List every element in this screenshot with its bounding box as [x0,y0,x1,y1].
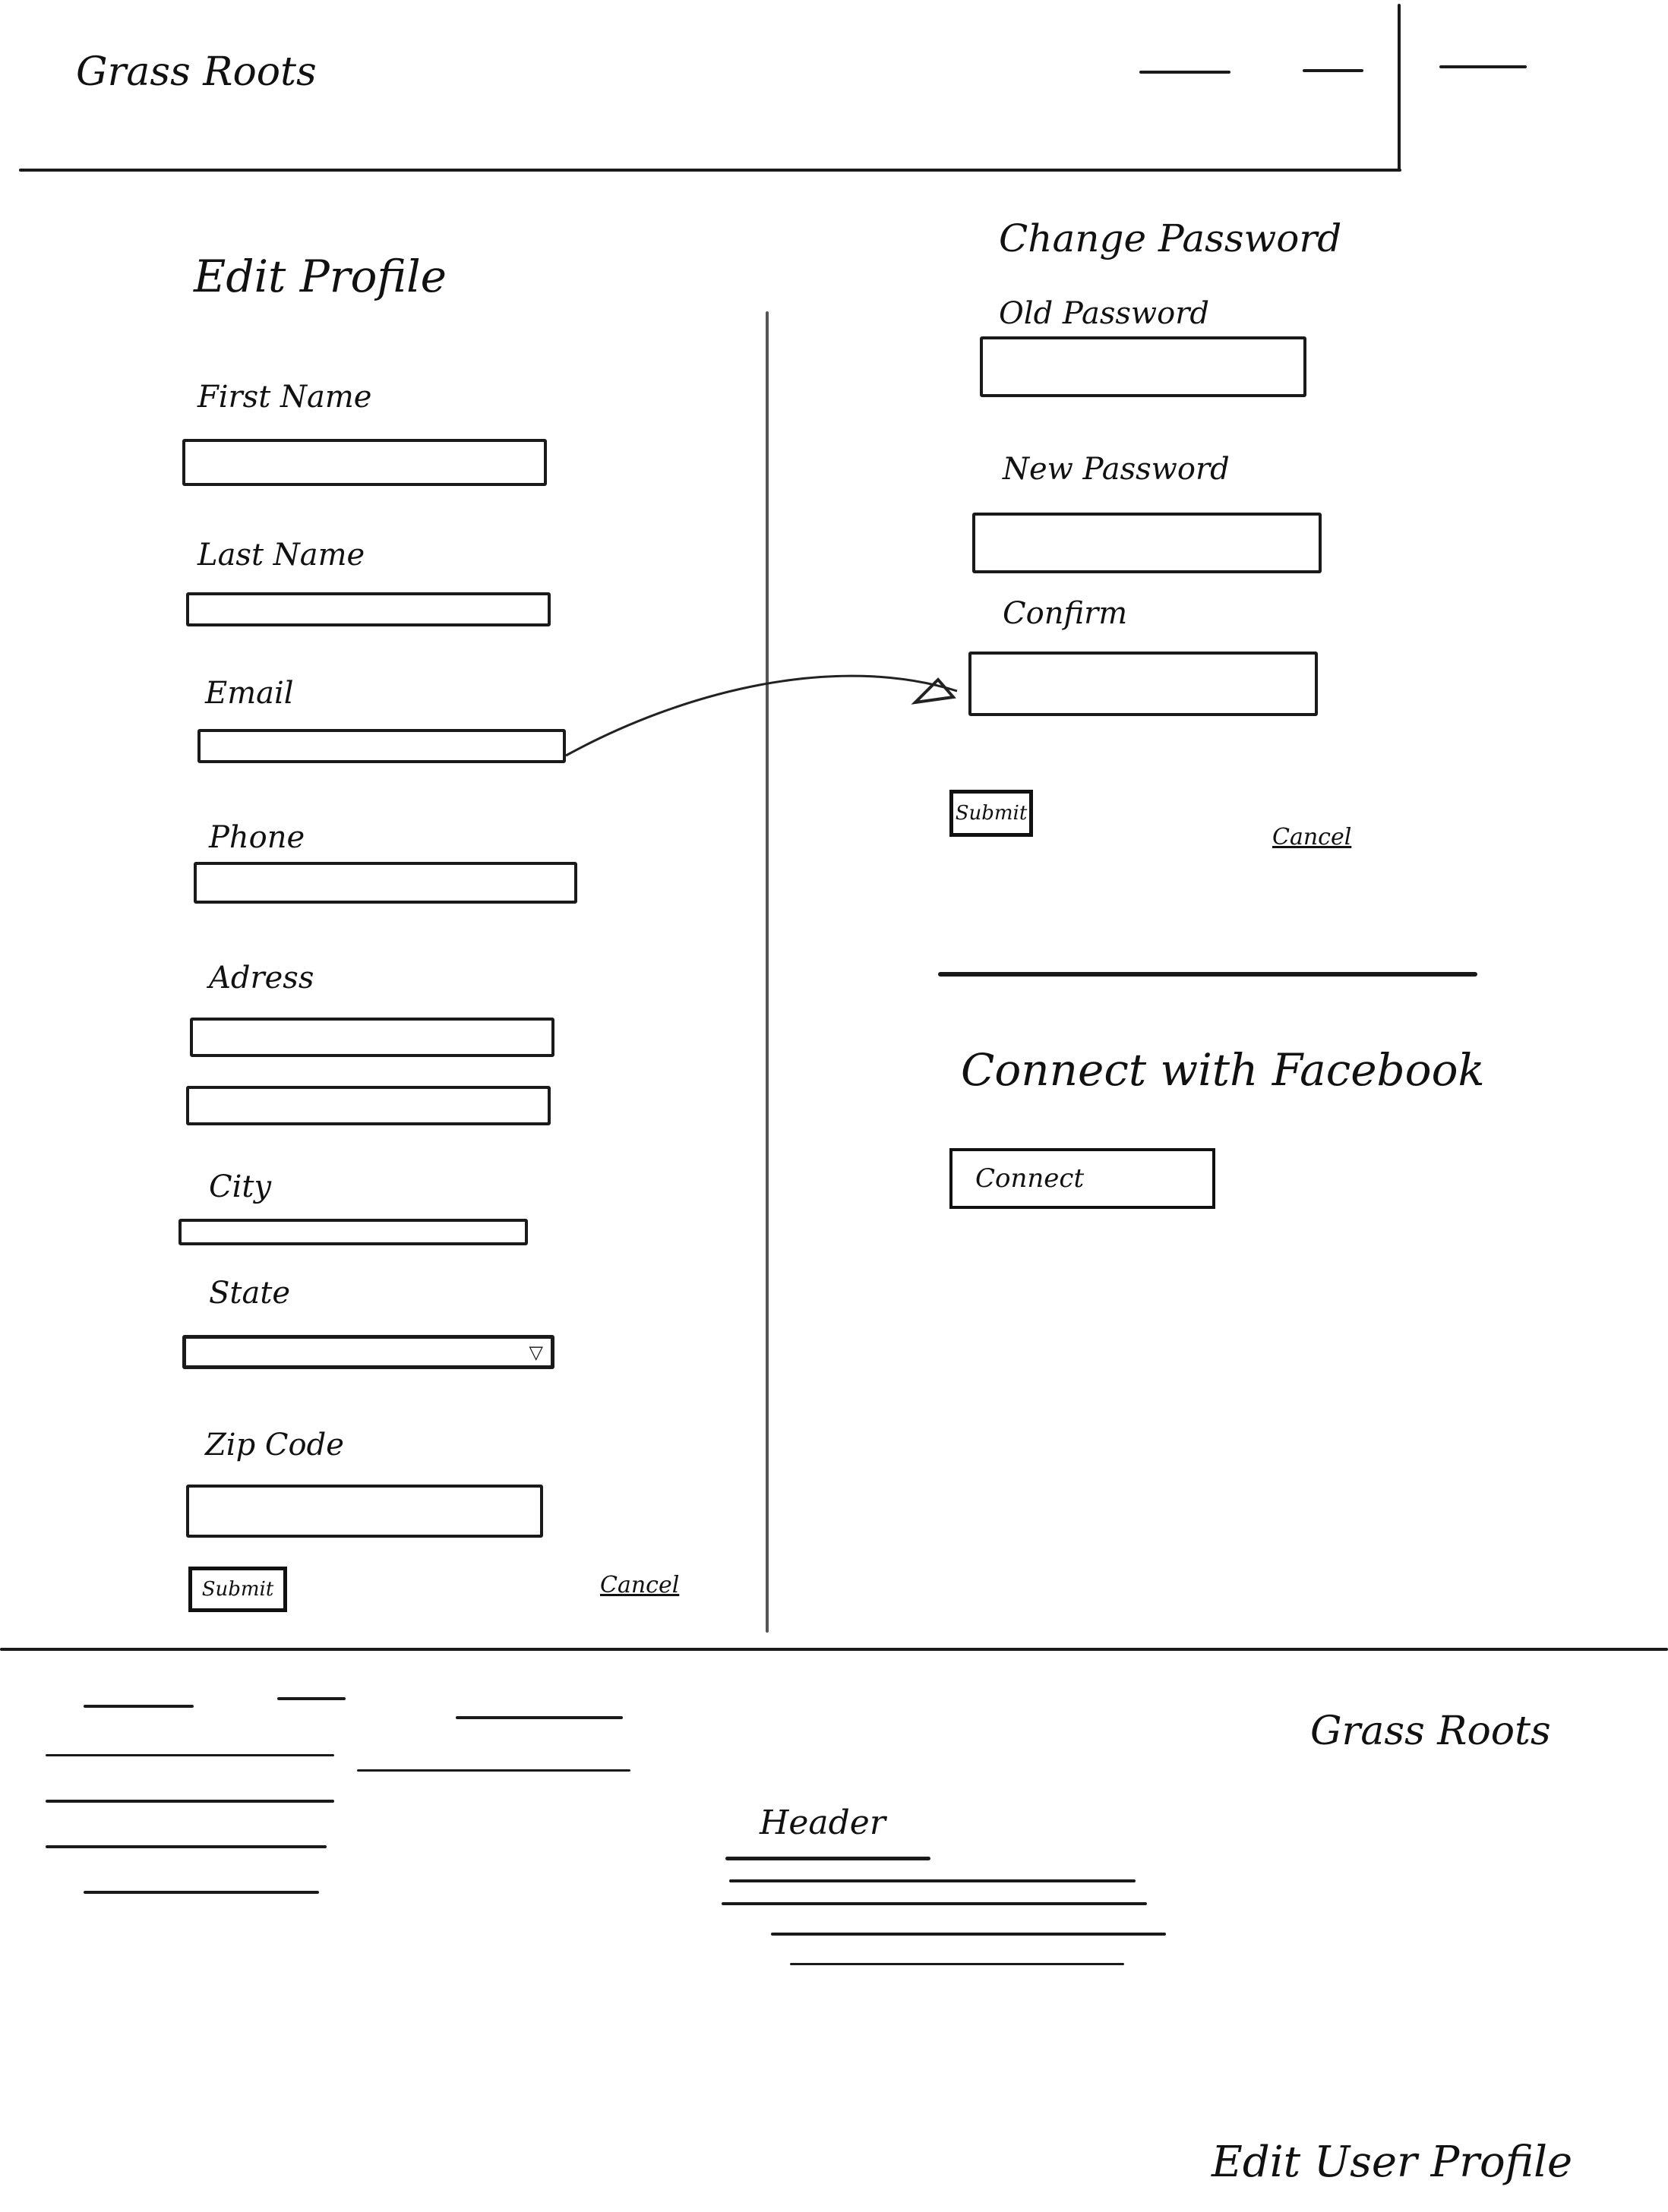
footer-content-line-4 [790,1963,1124,1965]
footer-content-line-2 [722,1902,1147,1905]
footer-text-line-5 [84,1891,319,1894]
footer-link-1[interactable] [84,1705,194,1708]
footer-text-line-4 [46,1845,327,1848]
footer-brand: Grass Roots [1310,1709,1551,1754]
footer-heading-underline [725,1857,930,1860]
footer-divider [0,1648,1668,1651]
footer-content-line-1 [729,1879,1136,1882]
page-caption: Edit User Profile [1212,2138,1573,2187]
footer-text-line-1 [46,1754,334,1756]
footer-link-3[interactable] [456,1716,623,1719]
footer-link-2[interactable] [277,1697,346,1700]
footer-text-line-2 [357,1769,630,1772]
footer-content-line-3 [771,1933,1166,1936]
footer-text-line-3 [46,1800,334,1803]
footer-heading: Header [760,1803,886,1842]
